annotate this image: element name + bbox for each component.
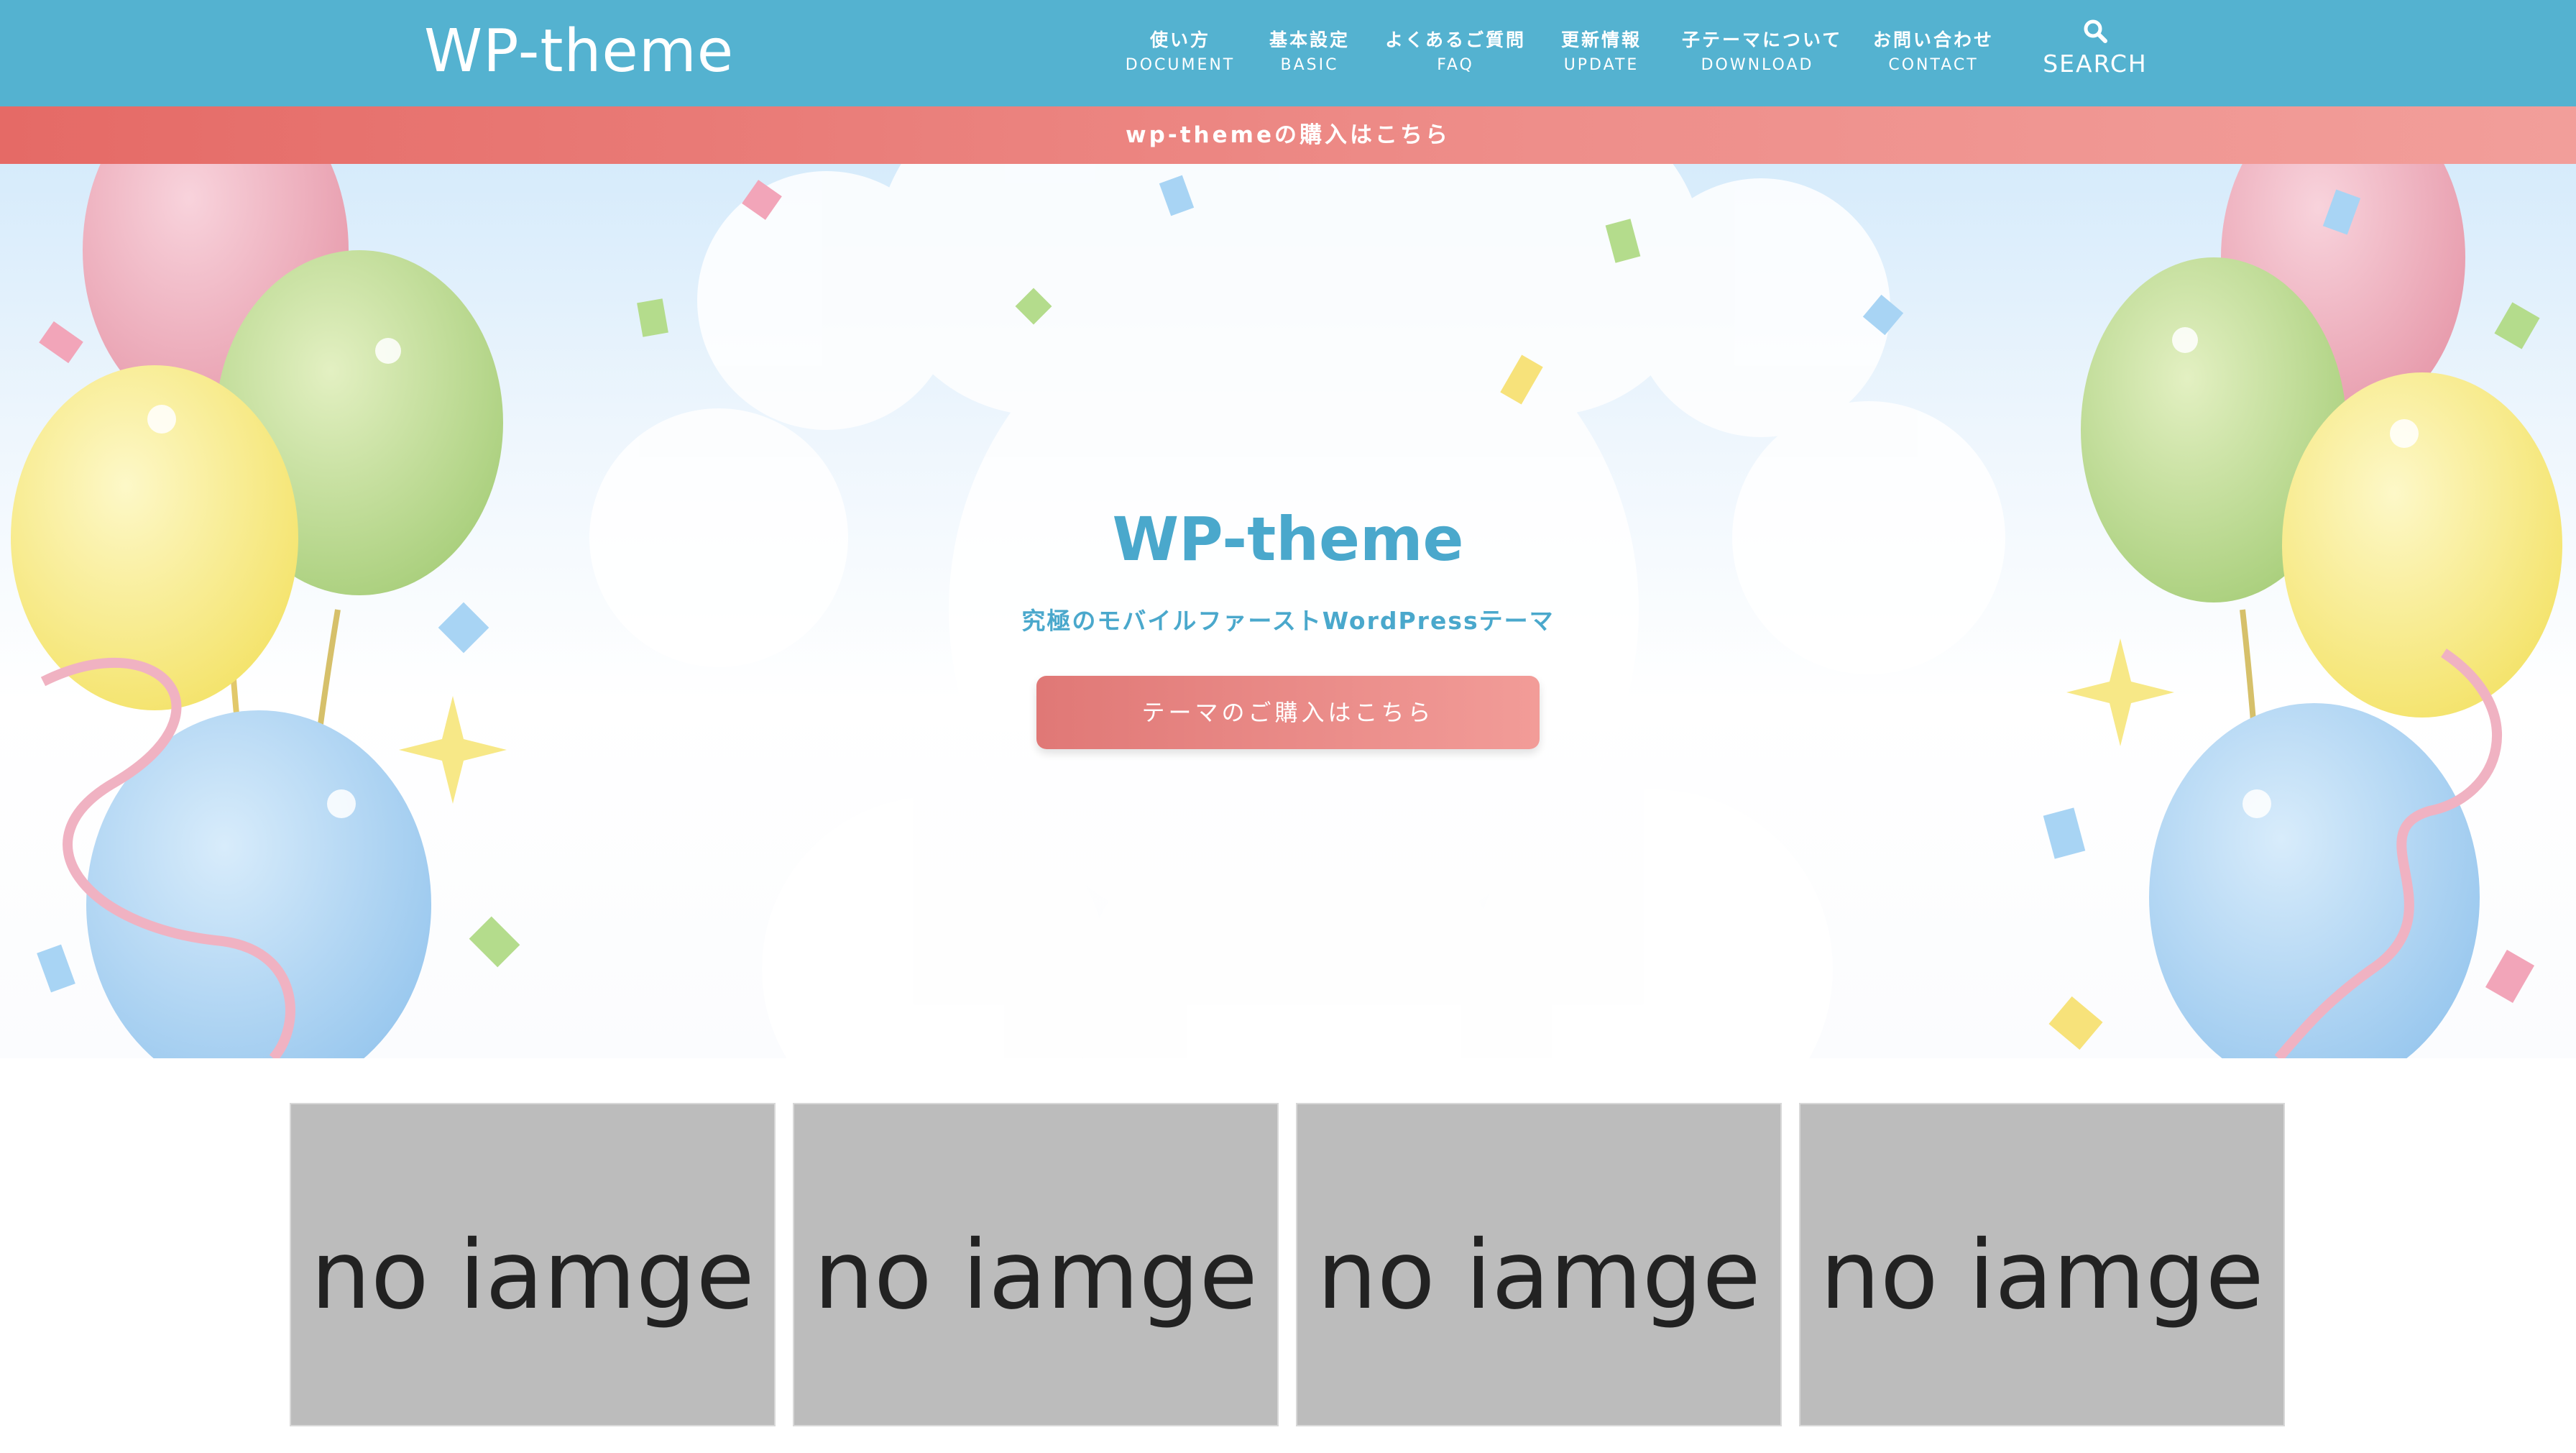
purchase-button[interactable]: テーマのご購入はこちら [1036, 676, 1540, 749]
nav-item-ja-label: 更新情報 [1560, 29, 1642, 50]
site-logo[interactable]: WP-theme [424, 16, 734, 88]
purchase-notice-bar[interactable]: wp-themeの購入はこちら [0, 106, 2576, 164]
hero-subtitle: 究極のモバイルファーストWordPressテーマ [1021, 607, 1555, 635]
nav-item-basic[interactable]: 基本設定 BASIC [1234, 27, 1385, 78]
search-label: SEARCH [2043, 50, 2148, 78]
nav-item-update[interactable]: 更新情報 UPDATE [1526, 27, 1677, 78]
site-header: WP-theme 使い方 DOCUMENT 基本設定 BASIC よくあるご質問… [0, 0, 2576, 106]
no-image-placeholder: no iamge [310, 1220, 755, 1331]
nav-item-contact[interactable]: お問い合わせ CONTACT [1858, 27, 2009, 78]
post-card[interactable]: no iamge [290, 1103, 776, 1426]
search-button[interactable]: SEARCH [2027, 19, 2163, 81]
nav-item-en-label: FAQ [1437, 56, 1474, 74]
no-image-placeholder: no iamge [814, 1220, 1258, 1331]
hero-title: WP-theme [1112, 504, 1464, 574]
no-image-placeholder: no iamge [1317, 1220, 1761, 1331]
nav-item-document[interactable]: 使い方 DOCUMENT [1105, 27, 1256, 78]
nav-item-faq[interactable]: よくあるご質問 FAQ [1380, 27, 1531, 78]
nav-item-en-label: BASIC [1280, 56, 1339, 74]
post-card[interactable]: no iamge [793, 1103, 1279, 1426]
nav-item-ja-label: お問い合わせ [1872, 29, 1994, 50]
nav-item-ja-label: よくあるご質問 [1384, 29, 1526, 50]
nav-item-ja-label: 基本設定 [1269, 29, 1350, 50]
nav-item-en-label: CONTACT [1888, 56, 1979, 74]
nav-item-en-label: UPDATE [1563, 56, 1639, 74]
no-image-placeholder: no iamge [1820, 1220, 2264, 1331]
nav-item-en-label: DOWNLOAD [1701, 56, 1814, 74]
nav-item-download[interactable]: 子テーマについて DOWNLOAD [1682, 27, 1843, 78]
nav-item-en-label: DOCUMENT [1125, 56, 1236, 74]
search-icon [2084, 19, 2107, 43]
post-card[interactable]: no iamge [1799, 1103, 2285, 1426]
nav-item-ja-label: 使い方 [1149, 29, 1210, 50]
hero-section: WP-theme 究極のモバイルファーストWordPressテーマ テーマのご購… [0, 164, 2576, 1058]
nav-item-ja-label: 子テーマについて [1682, 29, 1843, 50]
post-card[interactable]: no iamge [1296, 1103, 1782, 1426]
